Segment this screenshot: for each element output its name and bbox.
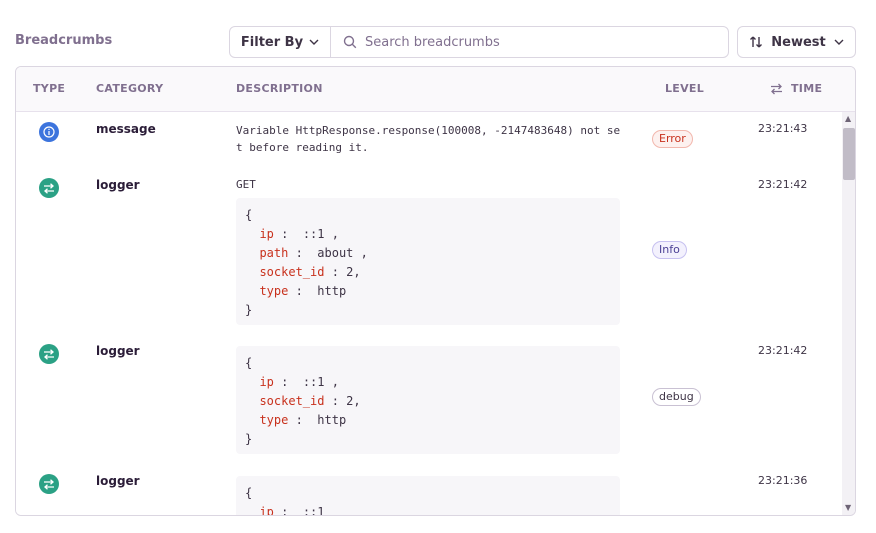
code-value: ::1 xyxy=(302,375,325,389)
code-key: path xyxy=(259,246,289,260)
code-sep: : xyxy=(288,246,318,260)
table-header: TYPE CATEGORY DESCRIPTION LEVEL TIME xyxy=(16,67,855,112)
info-icon xyxy=(39,122,59,142)
code-end: , xyxy=(353,246,368,260)
code-line: ip : ::1 xyxy=(245,503,611,516)
column-description[interactable]: DESCRIPTION xyxy=(236,82,323,95)
code-line: socket_id : 2, xyxy=(245,392,611,411)
level-badge: Error xyxy=(652,130,693,148)
table-row: message Variable HttpResponse.response(1… xyxy=(16,112,842,169)
code-key: type xyxy=(259,413,289,427)
code-brace: { xyxy=(245,356,253,370)
row-time: 23:21:36 xyxy=(758,474,808,487)
code-value: ::1 xyxy=(302,227,325,241)
search-icon xyxy=(343,35,357,49)
row-category: message xyxy=(96,122,156,136)
search-input[interactable]: Search breadcrumbs xyxy=(331,27,728,57)
code-sep: : xyxy=(273,505,303,516)
filter-by-button[interactable]: Filter By xyxy=(230,27,331,57)
code-value: http xyxy=(317,413,347,427)
code-brace: { xyxy=(245,486,253,500)
code-end: , xyxy=(324,375,339,389)
exchange-icon xyxy=(39,474,59,494)
swap-icon[interactable] xyxy=(770,83,783,95)
code-line: path : about , xyxy=(245,244,611,263)
code-key: ip xyxy=(259,375,274,389)
column-level[interactable]: LEVEL xyxy=(665,82,704,95)
search-placeholder: Search breadcrumbs xyxy=(365,34,500,50)
scroll-up-arrow-icon[interactable]: ▲ xyxy=(845,114,851,123)
code-key: ip xyxy=(259,227,274,241)
sort-icon xyxy=(750,36,763,48)
scroll-down-arrow-icon[interactable]: ▼ xyxy=(845,503,851,512)
code-brace: } xyxy=(245,303,253,317)
code-key: socket_id xyxy=(259,265,325,279)
exchange-icon xyxy=(39,344,59,364)
filter-search-group: Filter By Search breadcrumbs xyxy=(229,26,729,58)
row-time: 23:21:42 xyxy=(758,178,808,191)
column-type[interactable]: TYPE xyxy=(33,82,65,95)
breadcrumbs-table: TYPE CATEGORY DESCRIPTION LEVEL TIME mes… xyxy=(15,66,856,516)
level-badge: Info xyxy=(652,241,687,259)
code-sep: : xyxy=(273,375,303,389)
exchange-icon xyxy=(39,178,59,198)
code-block: { ip : ::1 , socket_id : 2, type : http … xyxy=(236,346,620,454)
code-sep: : xyxy=(288,413,318,427)
code-brace: } xyxy=(245,432,253,446)
code-value: ::1 xyxy=(302,505,325,516)
table-body: message Variable HttpResponse.response(1… xyxy=(16,112,842,516)
panel-title: Breadcrumbs xyxy=(15,33,113,48)
code-value: about xyxy=(317,246,354,260)
code-sep: : xyxy=(273,227,303,241)
code-end: , xyxy=(353,394,361,408)
code-end: , xyxy=(353,265,361,279)
level-badge: debug xyxy=(652,388,701,406)
chevron-down-icon xyxy=(834,39,844,45)
chevron-down-icon xyxy=(309,39,319,45)
code-line: ip : ::1 , xyxy=(245,373,611,392)
row-category: logger xyxy=(96,344,140,358)
row-category: logger xyxy=(96,178,140,192)
code-key: socket_id xyxy=(259,394,325,408)
code-line: socket_id : 2, xyxy=(245,263,611,282)
code-line: ip : ::1 , xyxy=(245,225,611,244)
code-end: , xyxy=(324,227,339,241)
table-row: logger { ip : ::1 , socket_id : 2, type … xyxy=(16,334,842,465)
row-time: 23:21:42 xyxy=(758,344,808,357)
code-block: { ip : ::1 xyxy=(236,476,620,516)
code-line: type : http xyxy=(245,282,611,301)
table-row: logger GET { ip : ::1 , path : about , s… xyxy=(16,168,842,335)
code-value: http xyxy=(317,284,347,298)
code-key: type xyxy=(259,284,289,298)
row-time: 23:21:43 xyxy=(758,122,808,135)
code-sep: : xyxy=(324,394,347,408)
code-key: ip xyxy=(259,505,274,516)
sort-button[interactable]: Newest xyxy=(737,26,856,58)
scrollbar-thumb[interactable] xyxy=(843,128,855,180)
row-description: Variable HttpResponse.response(100008, -… xyxy=(236,124,621,154)
code-line: type : http xyxy=(245,411,611,430)
column-category[interactable]: CATEGORY xyxy=(96,82,163,95)
row-category: logger xyxy=(96,474,140,488)
sort-label: Newest xyxy=(771,34,826,50)
code-brace: { xyxy=(245,208,253,222)
column-time[interactable]: TIME xyxy=(791,82,822,95)
filter-by-label: Filter By xyxy=(240,34,304,50)
code-sep: : xyxy=(324,265,347,279)
table-row: logger { ip : ::1 23:21:36 xyxy=(16,464,842,516)
code-block: { ip : ::1 , path : about , socket_id : … xyxy=(236,198,620,325)
vertical-scrollbar[interactable]: ▲ ▼ xyxy=(842,112,855,515)
code-sep: : xyxy=(288,284,318,298)
row-title: GET xyxy=(236,178,256,191)
